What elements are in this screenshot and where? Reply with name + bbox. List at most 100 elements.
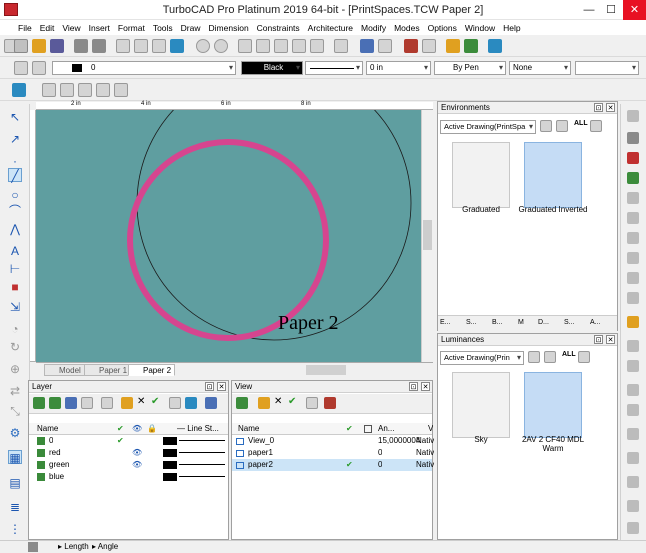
layer-visible-eye-icon[interactable]: 👁 (132, 447, 142, 459)
snap-middle-icon[interactable] (627, 428, 639, 440)
layer-panel-close-icon[interactable]: ✕ (217, 382, 226, 391)
menu-modes[interactable]: Modes (390, 23, 424, 33)
node-edit-icon[interactable]: ↗ (8, 132, 22, 146)
layer-line-style[interactable] (179, 464, 225, 465)
view-col-v[interactable]: V (428, 423, 433, 435)
thin-circle[interactable] (136, 110, 412, 341)
view-panel-close-icon[interactable]: ✕ (421, 382, 430, 391)
snap-lock-icon[interactable] (627, 500, 639, 512)
zoom-window-icon[interactable] (256, 39, 270, 53)
layer-row[interactable]: red 👁 (29, 447, 228, 459)
snap-percent-icon[interactable] (627, 404, 639, 416)
color-select[interactable]: Black (241, 61, 303, 75)
layer-line-style[interactable] (179, 452, 225, 453)
layer-row[interactable]: green 👁 (29, 459, 228, 471)
layer-color-swatch[interactable] (163, 461, 177, 469)
layer-settings-icon[interactable] (32, 61, 46, 75)
snap-perpendicular-icon[interactable] (627, 360, 639, 372)
view-props-icon[interactable] (306, 397, 318, 409)
tab-m[interactable]: M (518, 319, 524, 326)
maximize-button[interactable]: ☐ (600, 0, 622, 20)
snap-plus-icon[interactable] (627, 476, 639, 488)
design-director-icon[interactable] (446, 39, 460, 53)
point-icon[interactable]: · (8, 154, 22, 168)
layer-line-style[interactable] (179, 440, 225, 441)
workplane-icon[interactable] (12, 83, 26, 97)
snap-intersection-icon[interactable] (627, 252, 639, 264)
layer-col-visible[interactable]: 👁 (132, 423, 142, 435)
view-row[interactable]: paper1 0 Nativ (232, 447, 434, 459)
snap-grid-icon[interactable] (627, 340, 639, 352)
cut-icon[interactable] (116, 39, 130, 53)
environments-search-icon[interactable] (556, 120, 568, 132)
measure-icon[interactable] (378, 39, 392, 53)
pink-circle[interactable] (127, 139, 329, 341)
render-icon[interactable] (488, 39, 502, 53)
menu-options[interactable]: Options (424, 23, 461, 33)
layer-col-lock[interactable]: 🔒 (147, 423, 157, 435)
palette-icon[interactable] (464, 39, 478, 53)
calculator-icon[interactable]: ▦ (8, 450, 22, 465)
print-preview-icon[interactable] (92, 39, 106, 53)
magnify-icon[interactable] (334, 39, 348, 53)
snap-tool-icon[interactable]: ⊕ (8, 362, 22, 376)
text-tool-icon[interactable]: A (8, 244, 22, 258)
luminances-close-icon[interactable]: ✕ (606, 335, 615, 344)
tab-model[interactable]: Model (44, 364, 85, 376)
view-col-angle[interactable]: An... (378, 423, 394, 435)
layer-refresh-icon[interactable] (33, 397, 45, 409)
menu-insert[interactable]: Insert (85, 23, 114, 33)
save-icon[interactable] (50, 39, 64, 53)
view-refresh-icon[interactable] (236, 397, 248, 409)
view-panel-pin-icon[interactable]: ⊡ (409, 382, 418, 391)
properties-icon[interactable] (404, 39, 418, 53)
environment-graduated-inverted-thumb[interactable] (524, 142, 582, 208)
grid-icon[interactable]: ▤ (8, 476, 22, 490)
drawing-canvas[interactable]: Paper 2 (36, 110, 421, 362)
layer-line-style[interactable] (179, 476, 225, 477)
layer-set-current-icon[interactable]: ✔ (151, 396, 159, 407)
layer-filter-icon[interactable] (81, 397, 93, 409)
light-icon[interactable] (60, 83, 74, 97)
menu-file[interactable]: File (14, 23, 36, 33)
snap-drawing-aid-icon[interactable] (627, 452, 639, 464)
canvas-vertical-scrollbar[interactable] (421, 110, 433, 362)
snap-magnetic-icon[interactable] (627, 316, 639, 328)
environments-source-select[interactable]: Active Drawing(PrintSpa (440, 120, 536, 134)
line-width-select[interactable]: 0 in (366, 61, 431, 75)
tab-a[interactable]: A... (590, 319, 601, 326)
menu-format[interactable]: Format (114, 23, 149, 33)
polyline-tool-icon[interactable]: ⋀ (8, 222, 22, 236)
luminance-icon[interactable] (114, 83, 128, 97)
view-row-selected[interactable]: paper2 ✔ 0 Nativ (232, 459, 434, 471)
tab-paper-2[interactable]: Paper 2 (128, 364, 176, 376)
luminances-all-button[interactable]: ALL (562, 351, 576, 358)
layer-add-icon[interactable] (121, 397, 133, 409)
snap-vertex-icon[interactable] (627, 152, 639, 164)
snap-tangent-icon[interactable] (627, 232, 639, 244)
material-icon[interactable] (78, 83, 92, 97)
status-length-label[interactable]: ▸ Length (58, 541, 89, 553)
status-angle-label[interactable]: ▸ Angle (92, 541, 118, 553)
tab-s[interactable]: S... (466, 319, 477, 326)
menu-draw[interactable]: Draw (177, 23, 205, 33)
luminance-sky-thumb[interactable] (452, 372, 510, 438)
environments-close-icon[interactable]: ✕ (606, 103, 615, 112)
circle-tool-icon[interactable]: ○ (8, 188, 22, 202)
view-col-name[interactable]: Name (238, 423, 259, 435)
mirror-tool-icon[interactable]: ⇄ (8, 384, 22, 398)
snap-extension-icon[interactable] (627, 292, 639, 304)
environments-view-icon[interactable] (540, 120, 552, 132)
layer-color-swatch[interactable] (163, 473, 177, 481)
scroll-thumb[interactable] (423, 220, 432, 250)
fillet-tool-icon[interactable]: ◔ (8, 322, 22, 336)
redo-icon[interactable] (214, 39, 228, 53)
view-col-check[interactable]: ✔ (346, 423, 353, 435)
select-info-icon[interactable] (422, 39, 436, 53)
arc-tool-icon[interactable]: ⌒ (8, 204, 22, 218)
menu-edit[interactable]: Edit (36, 23, 59, 33)
menu-view[interactable]: View (58, 23, 84, 33)
grip-lower-icon[interactable]: ⋮ (8, 522, 22, 536)
select-arrow-icon[interactable]: ↖ (8, 110, 22, 124)
layer-sort-icon[interactable] (205, 397, 217, 409)
